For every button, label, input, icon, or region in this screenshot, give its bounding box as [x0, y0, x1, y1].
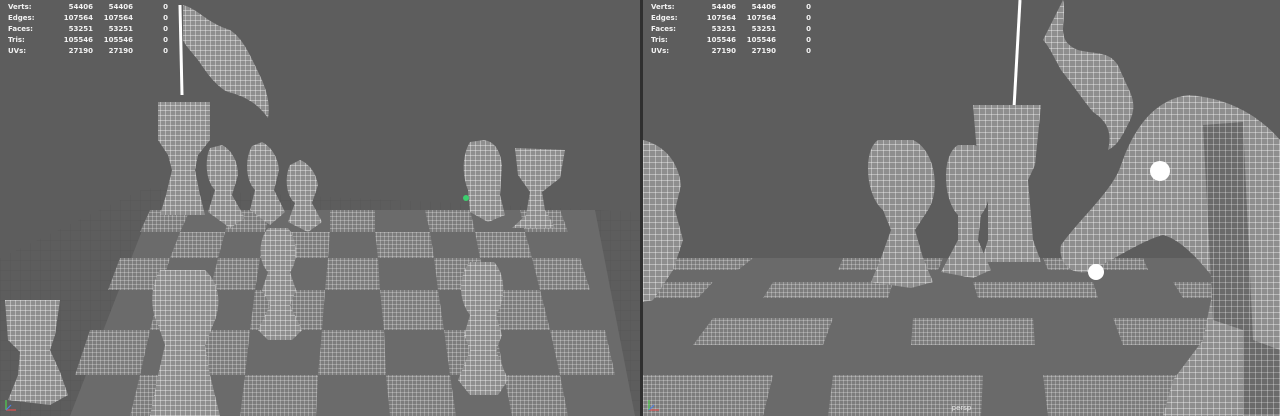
hud-value: 27190 [751, 47, 776, 55]
poly-count-hud: Verts: 54406 54406 0 Edges: 107564 10756… [651, 2, 811, 57]
hud-row-verts: Verts: 54406 54406 0 [651, 2, 811, 13]
axis-gizmo-icon [5, 400, 16, 411]
camera-label: persp [951, 404, 972, 412]
hud-value: 53251 [68, 25, 93, 33]
hud-value: 53251 [108, 25, 133, 33]
knight-back-selected [463, 140, 505, 222]
hud-value: 0 [806, 36, 811, 44]
hud-value: 0 [163, 36, 168, 44]
hud-value: 54406 [751, 3, 776, 11]
flag-banner [183, 5, 269, 118]
hud-label: Faces: [8, 25, 33, 33]
flag-pole [178, 4, 184, 96]
hud-value: 53251 [751, 25, 776, 33]
hud-value: 107564 [706, 14, 736, 22]
hud-row-faces: Faces: 53251 53251 0 [8, 24, 168, 35]
hud-label: Tris: [651, 36, 668, 44]
hud-label: UVs: [8, 47, 27, 55]
hud-row-edges: Edges: 107564 107564 0 [8, 13, 168, 24]
right-viewport-persp[interactable]: Verts: 54406 54406 0 Edges: 107564 10756… [643, 0, 1280, 416]
knight-nostril [1088, 264, 1104, 280]
hud-value: 54406 [108, 3, 133, 11]
hud-label: Verts: [651, 3, 675, 11]
hud-value: 27190 [68, 47, 93, 55]
hud-value: 105546 [706, 36, 736, 44]
hud-value: 107564 [103, 14, 133, 22]
hud-value: 54406 [711, 3, 736, 11]
flag-banner [1043, 0, 1134, 150]
hud-label: Edges: [651, 14, 678, 22]
hud-value: 105546 [103, 36, 133, 44]
hud-label: Tris: [8, 36, 25, 44]
left-viewport[interactable]: Verts: 54406 54406 0 Edges: 107564 10756… [0, 0, 640, 416]
hud-value: 0 [806, 25, 811, 33]
hud-row-uvs: UVs: 27190 27190 0 [651, 46, 811, 57]
knight-eye [1150, 161, 1170, 181]
hud-value: 0 [163, 25, 168, 33]
hud-value: 0 [806, 3, 811, 11]
hud-value: 0 [163, 3, 168, 11]
hud-value: 0 [163, 47, 168, 55]
modeling-workspace: Verts: 54406 54406 0 Edges: 107564 10756… [0, 0, 1280, 416]
hud-value: 107564 [746, 14, 776, 22]
hud-row-edges: Edges: 107564 107564 0 [651, 13, 811, 24]
hud-row-tris: Tris: 105546 105546 0 [8, 35, 168, 46]
hud-value: 53251 [711, 25, 736, 33]
bishop-left-3 [286, 160, 322, 232]
left-scene[interactable] [0, 0, 640, 416]
flag-pole [1012, 0, 1022, 109]
hud-label: Verts: [8, 3, 32, 11]
hud-value: 27190 [711, 47, 736, 55]
right-scene[interactable] [643, 0, 1280, 416]
hud-row-faces: Faces: 53251 53251 0 [651, 24, 811, 35]
hud-value: 105546 [746, 36, 776, 44]
hud-value: 0 [163, 14, 168, 22]
hud-value: 27190 [108, 47, 133, 55]
hud-value: 105546 [63, 36, 93, 44]
selected-vertex [463, 195, 469, 201]
bishop-1 [867, 140, 935, 288]
hud-value: 54406 [68, 3, 93, 11]
hud-label: Faces: [651, 25, 676, 33]
hud-row-tris: Tris: 105546 105546 0 [651, 35, 811, 46]
hud-row-uvs: UVs: 27190 27190 0 [8, 46, 168, 57]
hud-value: 0 [806, 14, 811, 22]
axis-gizmo-icon [648, 400, 659, 411]
poly-count-hud: Verts: 54406 54406 0 Edges: 107564 10756… [8, 2, 168, 57]
hud-label: UVs: [651, 47, 670, 55]
hud-row-verts: Verts: 54406 54406 0 [8, 2, 168, 13]
hud-value: 107564 [63, 14, 93, 22]
hud-value: 0 [806, 47, 811, 55]
hud-label: Edges: [8, 14, 35, 22]
